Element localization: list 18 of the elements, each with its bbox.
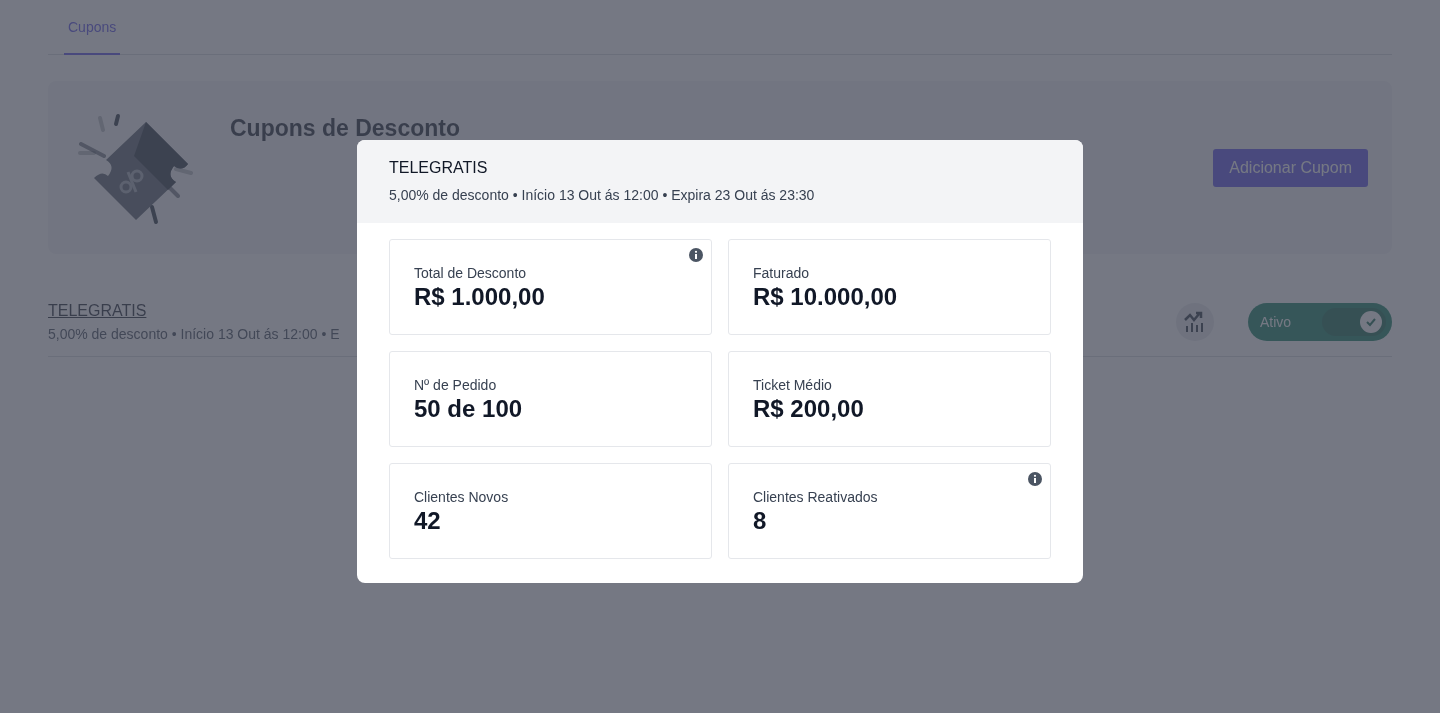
modal-title: TELEGRATIS xyxy=(389,159,489,177)
metric-label: Faturado xyxy=(753,265,811,281)
coupon-code[interactable]: TELEGRATIS xyxy=(48,302,147,320)
metric-value: 8 xyxy=(753,507,768,535)
metric-label: Ticket Médio xyxy=(753,377,833,393)
info-icon[interactable] xyxy=(1028,472,1042,486)
metric-label: Clientes Novos xyxy=(414,489,510,505)
metric-value: R$ 10.000,00 xyxy=(753,283,899,311)
metric-label: Total de Desconto xyxy=(414,265,528,281)
metric-label: Clientes Reativados xyxy=(753,489,879,505)
metric-value: 50 de 100 xyxy=(414,395,524,423)
metric-value: 42 xyxy=(414,507,442,535)
info-icon[interactable] xyxy=(689,248,703,262)
page-title: Cupons de Desconto xyxy=(230,115,461,142)
modal-details: 5,00% de desconto • Início 13 Out ás 12:00 • Expira 23 Out ás 23:30 xyxy=(389,187,816,203)
metric-value: R$ 200,00 xyxy=(753,395,865,423)
metric-label: Nº de Pedido xyxy=(414,377,498,393)
metric-value: R$ 1.000,00 xyxy=(414,283,546,311)
